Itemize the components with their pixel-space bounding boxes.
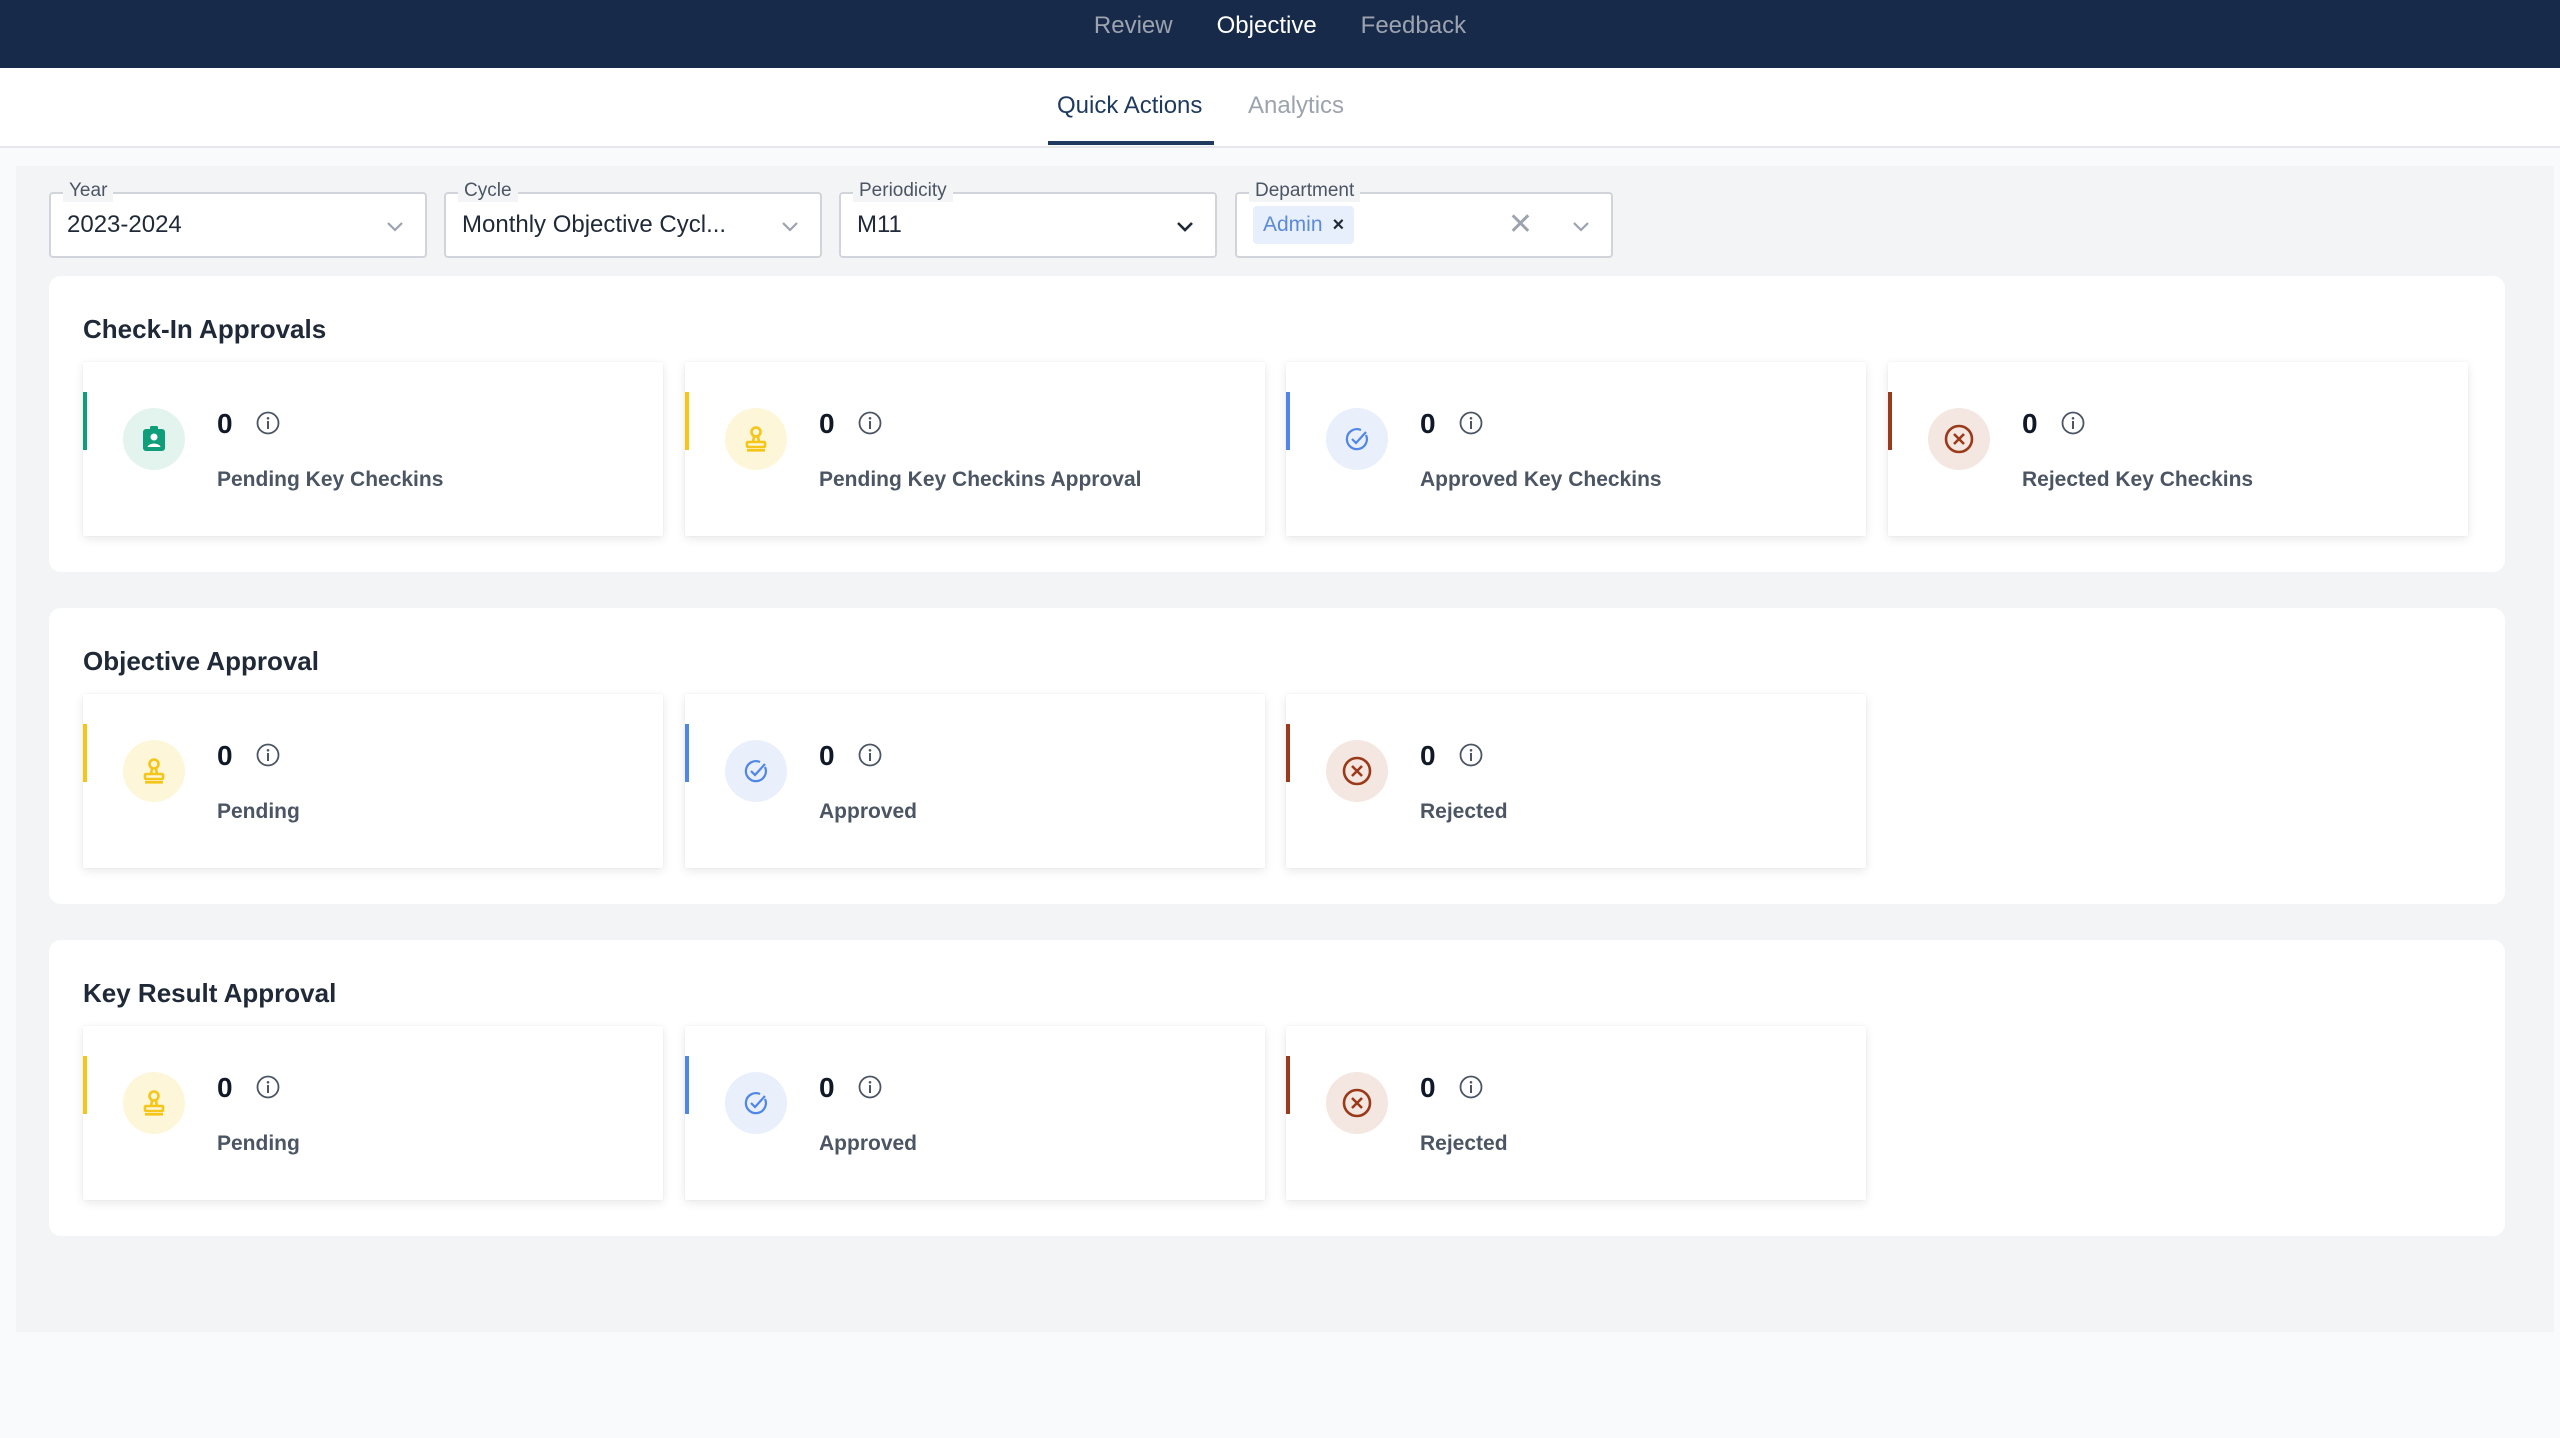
tab-feedback[interactable]: Feedback (1339, 10, 1488, 42)
info-icon[interactable] (255, 742, 281, 768)
check-circle-icon (725, 740, 787, 802)
count-value: 0 (217, 408, 233, 439)
periodicity-select[interactable]: Periodicity M11 (839, 180, 1217, 258)
x-circle-icon (1326, 1072, 1388, 1134)
stamp-icon (123, 1072, 185, 1134)
cycle-label: Cycle (458, 180, 518, 202)
chevron-down-icon[interactable] (778, 214, 802, 238)
rejected-key-checkins-card[interactable]: 0 Rejected Key Checkins (1888, 362, 2468, 536)
section-title: Objective Approval (83, 646, 319, 676)
status-bar (1286, 392, 1290, 450)
count-value: 0 (217, 740, 233, 771)
key-result-rejected-card[interactable]: 0 Rejected (1286, 1026, 1866, 1200)
status-bar (1286, 724, 1290, 782)
card-label: Pending (217, 1132, 300, 1155)
info-icon[interactable] (255, 1074, 281, 1100)
count-value: 0 (819, 1072, 835, 1103)
chevron-down-icon[interactable] (383, 214, 407, 238)
status-bar (83, 724, 87, 782)
objective-approval-section: Objective Approval 0 Pending 0 Approved … (49, 608, 2505, 904)
periodicity-label: Periodicity (853, 180, 953, 202)
tab-quick-actions[interactable]: Quick Actions (1057, 90, 1202, 122)
key-result-pending-card[interactable]: 0 Pending (83, 1026, 663, 1200)
year-select[interactable]: Year 2023-2024 (49, 180, 427, 258)
info-icon[interactable] (857, 742, 883, 768)
card-label: Approved Key Checkins (1420, 468, 1662, 491)
department-chip: Admin × (1253, 206, 1355, 244)
pending-key-checkins-card[interactable]: 0 Pending Key Checkins (83, 362, 663, 536)
status-bar (83, 1056, 87, 1114)
status-bar (1888, 392, 1892, 450)
count-value: 0 (819, 740, 835, 771)
department-chip-label: Admin (1263, 213, 1323, 236)
card-label: Rejected (1420, 800, 1508, 823)
status-bar (83, 392, 87, 450)
cycle-value: Monthly Objective Cycl... (462, 211, 727, 238)
approved-key-checkins-card[interactable]: 0 Approved Key Checkins (1286, 362, 1866, 536)
info-icon[interactable] (857, 1074, 883, 1100)
objective-pending-card[interactable]: 0 Pending (83, 694, 663, 868)
chip-remove-button[interactable]: × (1333, 214, 1345, 237)
x-circle-icon (1326, 740, 1388, 802)
top-navigation: Review Objective Feedback (0, 0, 2560, 68)
objective-rejected-card[interactable]: 0 Rejected (1286, 694, 1866, 868)
key-result-approved-card[interactable]: 0 Approved (685, 1026, 1265, 1200)
card-label: Rejected Key Checkins (2022, 468, 2254, 491)
tab-review[interactable]: Review (1072, 10, 1195, 42)
clear-selection-button[interactable]: ✕ (1508, 210, 1533, 240)
cycle-select[interactable]: Cycle Monthly Objective Cycl... (444, 180, 822, 258)
tab-objective[interactable]: Objective (1195, 10, 1339, 42)
card-label: Pending (217, 800, 300, 823)
year-label: Year (63, 180, 114, 202)
status-bar (685, 392, 689, 450)
chevron-down-icon[interactable] (1173, 214, 1197, 238)
count-value: 0 (1420, 1072, 1436, 1103)
status-bar (685, 1056, 689, 1114)
periodicity-value: M11 (857, 211, 902, 238)
status-bar (685, 724, 689, 782)
department-select[interactable]: Department Admin × ✕ (1235, 180, 1613, 258)
section-title: Check-In Approvals (83, 314, 327, 344)
card-label: Rejected (1420, 1132, 1508, 1155)
count-value: 0 (217, 1072, 233, 1103)
year-value: 2023-2024 (67, 211, 182, 238)
check-circle-icon (1326, 408, 1388, 470)
tab-analytics[interactable]: Analytics (1248, 90, 1344, 122)
count-value: 0 (1420, 740, 1436, 771)
status-bar (1286, 1056, 1290, 1114)
stamp-icon (123, 740, 185, 802)
id-badge-icon (123, 408, 185, 470)
count-value: 0 (1420, 408, 1436, 439)
check-circle-icon (725, 1072, 787, 1134)
objective-approved-card[interactable]: 0 Approved (685, 694, 1265, 868)
card-label: Approved (819, 1132, 918, 1155)
stamp-icon (725, 408, 787, 470)
top-tabs: Review Objective Feedback (1072, 10, 1488, 42)
info-icon[interactable] (2060, 410, 2086, 436)
count-value: 0 (2022, 408, 2038, 439)
card-label: Pending Key Checkins Approval (819, 468, 1142, 491)
info-icon[interactable] (857, 410, 883, 436)
info-icon[interactable] (1458, 1074, 1484, 1100)
key-result-approval-section: Key Result Approval 0 Pending 0 Approved… (49, 940, 2505, 1236)
sub-navigation: Quick Actions Analytics (0, 68, 2560, 148)
card-label: Pending Key Checkins (217, 468, 444, 491)
card-label: Approved (819, 800, 918, 823)
info-icon[interactable] (255, 410, 281, 436)
info-icon[interactable] (1458, 410, 1484, 436)
section-title: Key Result Approval (83, 978, 337, 1008)
info-icon[interactable] (1458, 742, 1484, 768)
check-in-approvals-section: Check-In Approvals 0 Pending Key Checkin… (49, 276, 2505, 572)
department-label: Department (1249, 180, 1361, 202)
active-tab-indicator (1048, 141, 1214, 145)
pending-key-checkins-approval-card[interactable]: 0 Pending Key Checkins Approval (685, 362, 1265, 536)
count-value: 0 (819, 408, 835, 439)
chevron-down-icon[interactable] (1569, 214, 1593, 238)
x-circle-icon (1928, 408, 1990, 470)
